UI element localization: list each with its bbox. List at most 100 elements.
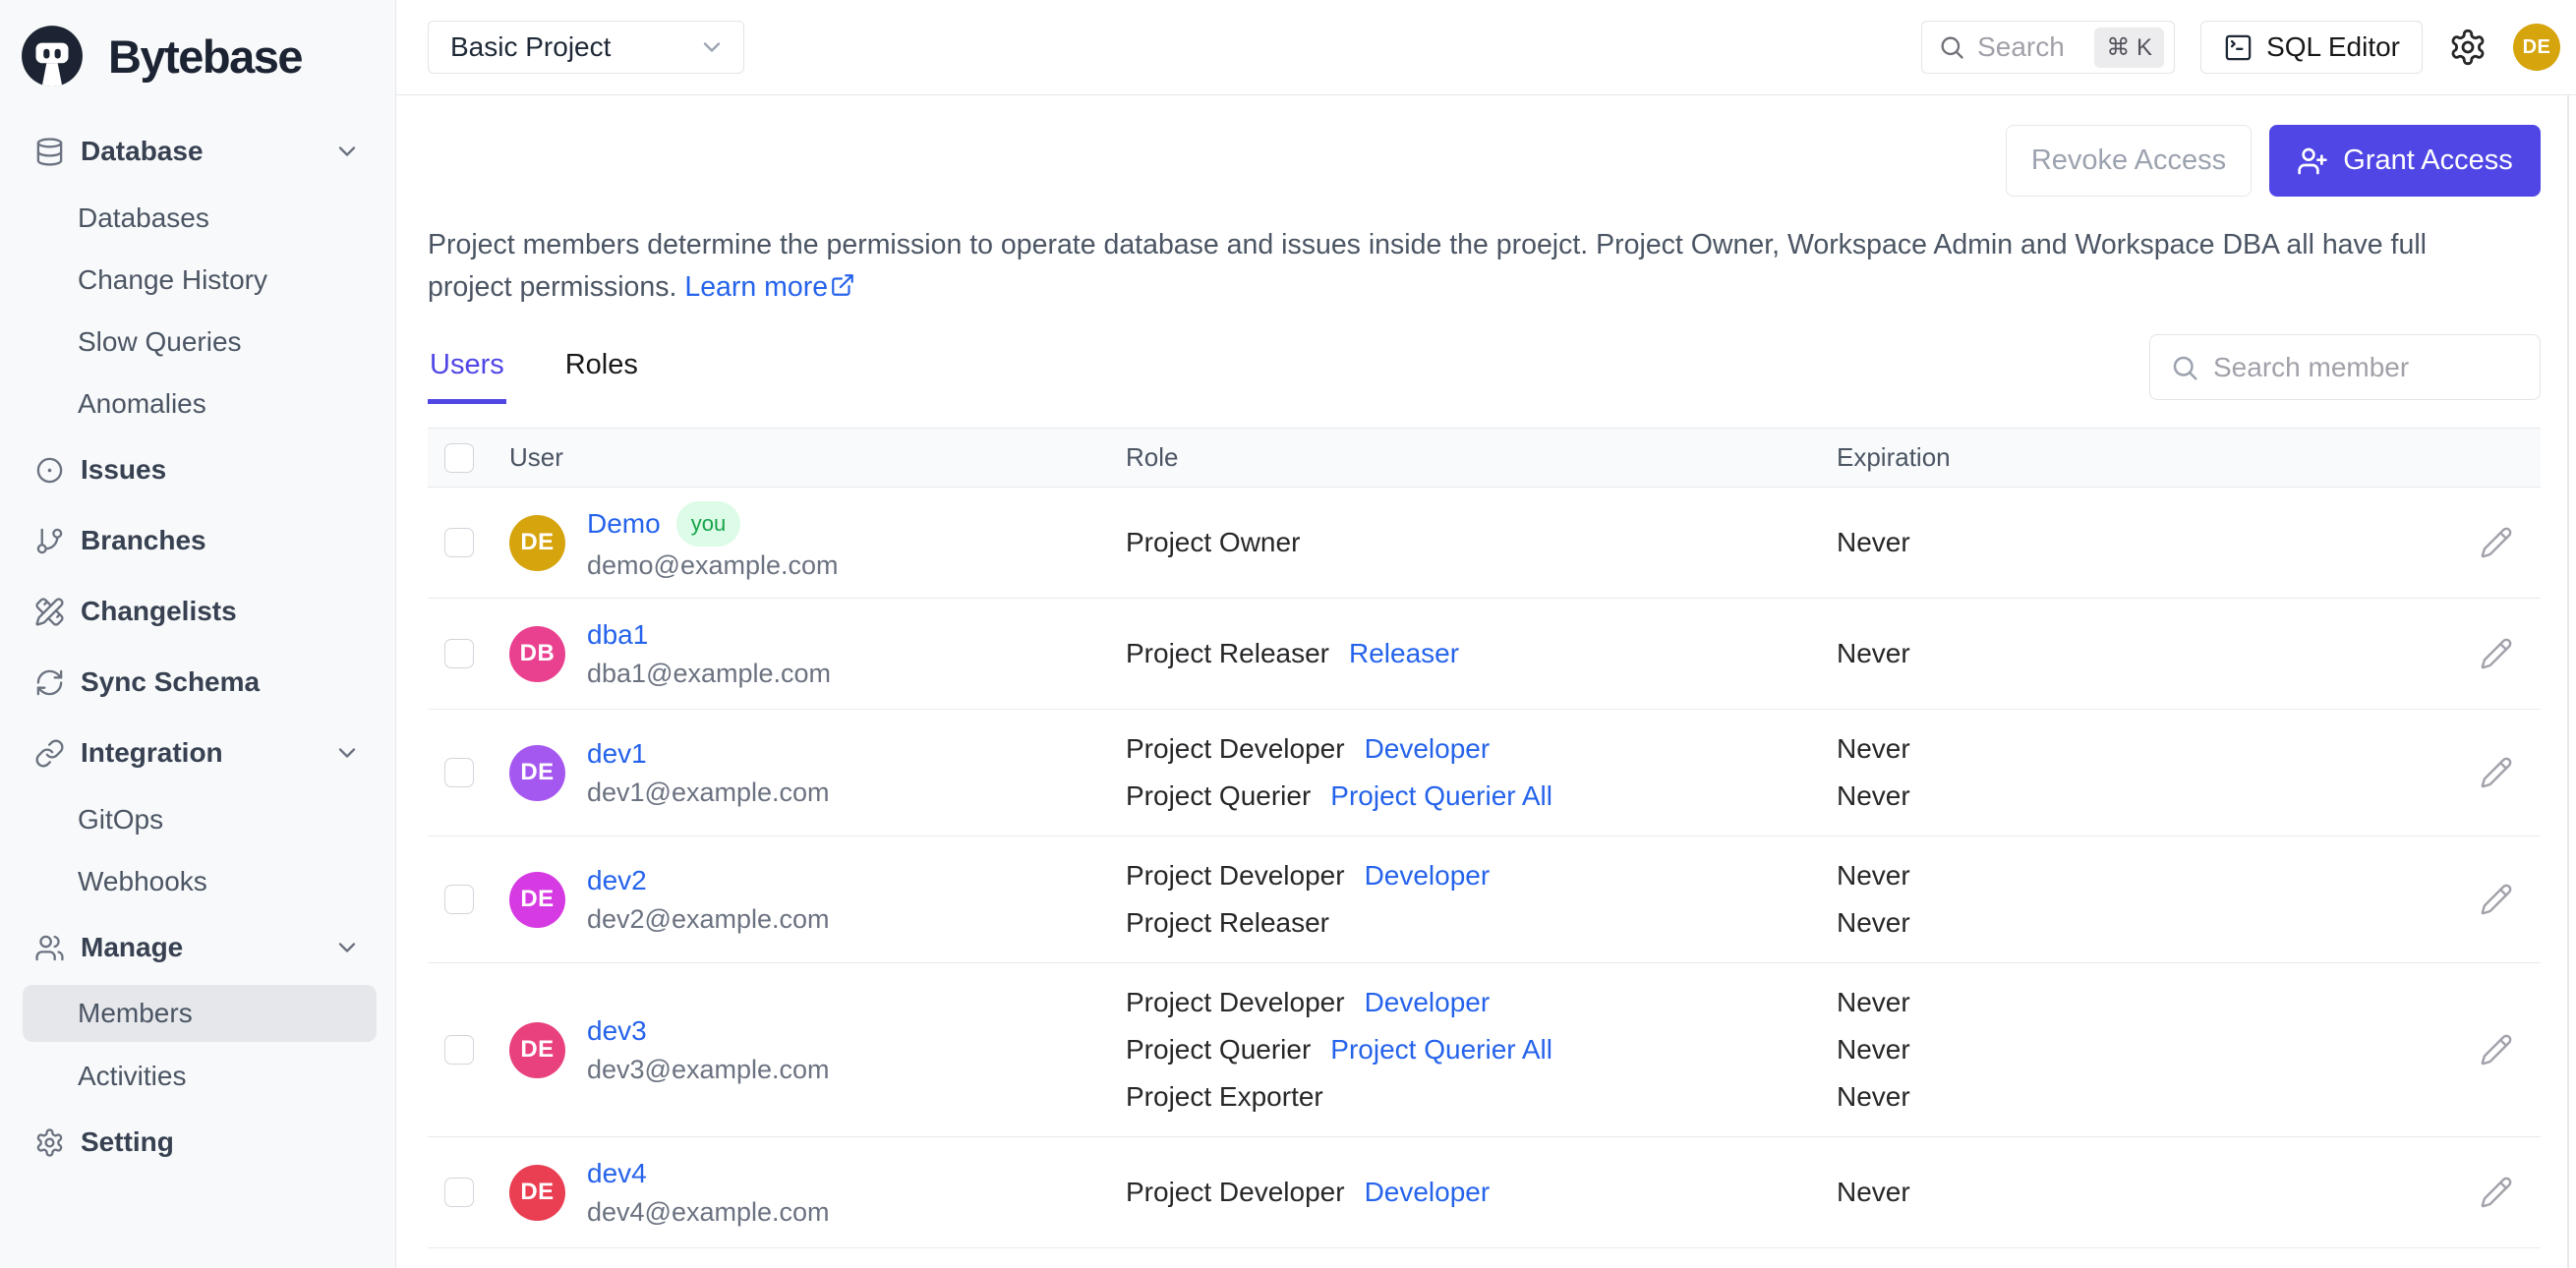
global-search-placeholder: Search bbox=[1977, 31, 2065, 62]
table-row-Demo: DE Demo you demo@example.com Project Owner Ne… bbox=[428, 488, 2541, 599]
role-link[interactable]: Releaser bbox=[1349, 630, 1459, 677]
expiration-value: Never bbox=[1837, 860, 1910, 891]
edit-member-button[interactable] bbox=[2480, 1033, 2513, 1066]
sql-editor-button[interactable]: SQL Editor bbox=[2200, 21, 2423, 74]
sidebar-item-databases[interactable]: Databases bbox=[23, 187, 377, 249]
role-link[interactable]: Project Querier All bbox=[1330, 1026, 1552, 1073]
tab-users[interactable]: Users bbox=[428, 349, 506, 404]
member-name-link[interactable]: dba1 bbox=[587, 615, 648, 655]
global-search-input[interactable]: Search ⌘ K bbox=[1921, 21, 2176, 74]
members-table: User Role Expiration DE Demo you demo@examp… bbox=[428, 428, 2541, 1248]
member-name-link[interactable]: Demo bbox=[587, 504, 661, 544]
grant-access-button[interactable]: Grant Access bbox=[2269, 125, 2541, 197]
sidebar-item-gitops[interactable]: GitOps bbox=[23, 788, 377, 850]
sidebar: Bytebase Database Databases Change History… bbox=[0, 0, 396, 1268]
role-link[interactable]: Project Querier All bbox=[1330, 773, 1552, 820]
gear-icon bbox=[36, 1127, 63, 1157]
role-name: Project Developer bbox=[1126, 860, 1345, 891]
expiration-value: Never bbox=[1837, 527, 1910, 557]
sidebar-item-sync-schema[interactable]: Sync Schema bbox=[23, 647, 377, 718]
sidebar-item-label: Change History bbox=[78, 263, 267, 295]
row-checkbox[interactable] bbox=[444, 528, 474, 557]
member-name-link[interactable]: dev4 bbox=[587, 1154, 647, 1193]
role-link[interactable]: Developer bbox=[1365, 852, 1491, 899]
sidebar-item-anomalies[interactable]: Anomalies bbox=[23, 373, 377, 434]
user-avatar[interactable]: DE bbox=[2513, 24, 2560, 71]
scrollbar-track[interactable] bbox=[2567, 95, 2569, 1268]
table-row-dev2: DE dev2 dev2@example.com Project Developer D… bbox=[428, 836, 2541, 963]
sidebar-item-label: Changelists bbox=[81, 596, 237, 626]
row-checkbox[interactable] bbox=[444, 639, 474, 668]
pencil-icon bbox=[2481, 757, 2512, 788]
sidebar-item-changelists[interactable]: Changelists bbox=[23, 576, 377, 647]
avatar: DE bbox=[509, 871, 565, 928]
member-search-input[interactable]: Search member bbox=[2149, 334, 2541, 400]
chevron-down-icon bbox=[338, 146, 356, 156]
sidebar-item-slow-queries[interactable]: Slow Queries bbox=[23, 311, 377, 373]
you-badge: you bbox=[675, 501, 741, 547]
role-link[interactable]: Developer bbox=[1365, 1169, 1491, 1216]
member-search-placeholder: Search member bbox=[2213, 351, 2410, 382]
pencil-icon bbox=[2481, 527, 2512, 558]
sidebar-item-integration[interactable]: Integration bbox=[23, 718, 377, 788]
database-icon bbox=[36, 137, 63, 166]
members-page: Revoke Access Grant Access Project membe… bbox=[396, 95, 2576, 1268]
member-email: dev3@example.com bbox=[587, 1055, 830, 1084]
row-checkbox[interactable] bbox=[444, 1178, 474, 1207]
sidebar-item-issues[interactable]: Issues bbox=[23, 434, 377, 505]
edit-member-button[interactable] bbox=[2480, 526, 2513, 559]
sidebar-item-members[interactable]: Members bbox=[23, 985, 377, 1042]
row-checkbox[interactable] bbox=[444, 758, 474, 787]
expiration-value: Never bbox=[1837, 638, 1910, 668]
edit-member-button[interactable] bbox=[2480, 883, 2513, 916]
project-select[interactable]: Basic Project bbox=[428, 21, 744, 74]
sidebar-item-activities[interactable]: Activities bbox=[23, 1045, 377, 1107]
expiration-value: Never bbox=[1837, 780, 1910, 811]
member-name-link[interactable]: dev3 bbox=[587, 1011, 647, 1051]
edit-member-button[interactable] bbox=[2480, 756, 2513, 789]
edit-member-button[interactable] bbox=[2480, 1176, 2513, 1209]
expiration-value: Never bbox=[1837, 1177, 1910, 1207]
sidebar-item-label: Webhooks bbox=[78, 865, 207, 896]
member-name-link[interactable]: dev1 bbox=[587, 734, 647, 774]
role-link[interactable]: Developer bbox=[1365, 725, 1491, 773]
member-name-link[interactable]: dev2 bbox=[587, 861, 647, 900]
tab-roles[interactable]: Roles bbox=[563, 349, 640, 404]
settings-gear-button[interactable] bbox=[2448, 28, 2488, 67]
role-name: Project Releaser bbox=[1126, 638, 1329, 668]
table-row-dev1: DE dev1 dev1@example.com Project Developer D… bbox=[428, 710, 2541, 836]
row-checkbox[interactable] bbox=[444, 1035, 474, 1065]
select-all-checkbox[interactable] bbox=[444, 442, 474, 473]
changelist-icon bbox=[35, 597, 64, 626]
sidebar-item-change-history[interactable]: Change History bbox=[23, 249, 377, 311]
tabs-row: Users Roles Search member bbox=[428, 334, 2541, 404]
chevron-down-icon bbox=[338, 748, 356, 758]
sidebar-item-database[interactable]: Database bbox=[23, 116, 377, 187]
sidebar-item-label: Setting bbox=[81, 1126, 174, 1157]
column-header-expiration: Expiration bbox=[1837, 442, 1951, 472]
sidebar-item-webhooks[interactable]: Webhooks bbox=[23, 850, 377, 912]
branch-icon bbox=[36, 528, 63, 553]
table-header-row: User Role Expiration bbox=[428, 429, 2541, 488]
avatar: DE bbox=[509, 744, 565, 801]
brand-logo[interactable]: Bytebase bbox=[0, 18, 376, 94]
topbar-right: Search ⌘ K SQL Editor DE bbox=[1921, 21, 2560, 74]
user-plus-icon bbox=[2298, 147, 2327, 174]
grant-access-label: Grant Access bbox=[2343, 144, 2513, 176]
sidebar-item-manage[interactable]: Manage bbox=[23, 912, 377, 983]
edit-member-button[interactable] bbox=[2480, 637, 2513, 670]
sidebar-item-label: Branches bbox=[81, 525, 206, 555]
learn-more-link[interactable]: Learn more bbox=[684, 271, 855, 303]
sidebar-item-setting[interactable]: Setting bbox=[23, 1107, 377, 1178]
terminal-icon bbox=[2225, 34, 2252, 60]
row-checkbox[interactable] bbox=[444, 885, 474, 914]
role-link[interactable]: Developer bbox=[1365, 979, 1491, 1026]
column-header-role: Role bbox=[1126, 442, 1179, 472]
page-description: Project members determine the permission… bbox=[428, 224, 2497, 309]
role-name: Project Querier bbox=[1126, 780, 1312, 811]
sidebar-item-branches[interactable]: Branches bbox=[23, 505, 377, 576]
role-name: Project Querier bbox=[1126, 1034, 1312, 1065]
sidebar-item-label: Integration bbox=[81, 737, 223, 768]
external-link-icon bbox=[832, 274, 853, 296]
revoke-access-button[interactable]: Revoke Access bbox=[2006, 125, 2252, 197]
